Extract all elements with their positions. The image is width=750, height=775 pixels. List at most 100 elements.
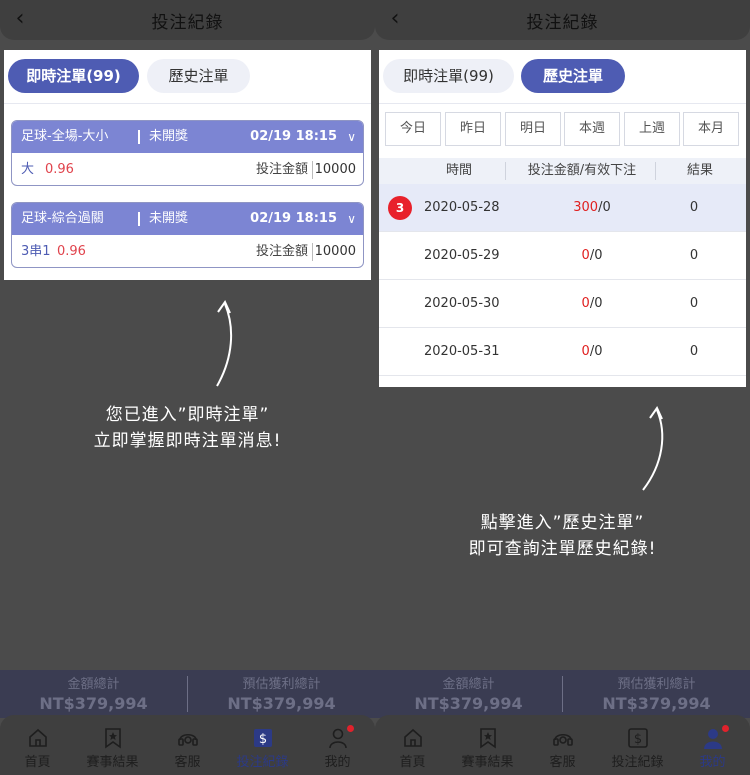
row-date: 2020-05-30 xyxy=(424,296,500,311)
tab-results[interactable]: 賽事結果 xyxy=(450,715,525,775)
tab-service[interactable]: 客服 xyxy=(150,715,225,775)
row-amount: 0/0 xyxy=(539,328,645,376)
record-tabs: 即時注單(99) 歷史注單 xyxy=(379,50,746,104)
tab-service[interactable]: 客服 xyxy=(525,715,600,775)
live-bet-item[interactable]: 足球-綜合過關 未開獎 02/19 18:15 ∨ 3串1 0.96 投注金額 … xyxy=(11,202,364,268)
svg-text:$: $ xyxy=(258,732,266,747)
bottom-tab-bar: 首頁 賽事結果 客服 $ 投注紀錄 我的 xyxy=(375,715,750,775)
profit-label: 預估獲利總計 xyxy=(617,677,696,692)
headset-icon xyxy=(177,733,198,746)
tab-history-bets[interactable]: 歷史注單 xyxy=(521,59,625,93)
home-icon xyxy=(28,728,47,747)
column-header-time: 時間 xyxy=(445,163,472,178)
table-row[interactable]: 2020-05-30 0/0 0 xyxy=(379,280,746,328)
row-amount: 0/0 xyxy=(539,232,645,280)
bet-records-card: 即時注單(99) 歷史注單 足球-全場-大小 未開獎 02/19 18:15 ∨… xyxy=(4,50,371,280)
row-amount: 300/0 xyxy=(539,184,645,232)
row-result: 0 xyxy=(689,248,699,263)
notification-dot xyxy=(722,725,729,732)
date-filter-last-week[interactable]: 上週 xyxy=(624,112,680,146)
pointer-arrow-icon xyxy=(642,405,664,491)
pointer-arrow-icon xyxy=(216,299,233,387)
bet-amount: 10000 xyxy=(314,244,356,259)
row-amount: 0/0 xyxy=(539,280,645,328)
tab-label: 我的 xyxy=(699,755,726,770)
total-amount: 金額總計 NT$379,994 xyxy=(0,670,187,718)
table-row[interactable]: 3 2020-05-28 300/0 0 xyxy=(379,184,746,232)
tab-label: 我的 xyxy=(324,755,351,770)
bet-item-detail: 3串1 0.96 投注金額 10000 xyxy=(12,235,363,267)
bookmark-star-icon xyxy=(104,728,121,749)
date-filter-tomorrow[interactable]: 明日 xyxy=(505,112,561,146)
tab-home[interactable]: 首頁 xyxy=(0,715,75,775)
bottom-tab-bar: 首頁 賽事結果 客服 $ 投注紀錄 我的 xyxy=(0,715,375,775)
tab-label: 客服 xyxy=(549,755,576,770)
history-table-header: 時間 投注金額/有效下注 結果 xyxy=(379,158,746,184)
bookmark-star-icon xyxy=(479,728,496,749)
profit-value: NT$379,994 xyxy=(602,694,711,713)
svg-text:$: $ xyxy=(633,732,641,747)
bet-item-header: 足球-綜合過關 未開獎 02/19 18:15 ∨ xyxy=(12,203,363,235)
tab-label: 投注紀錄 xyxy=(236,755,289,770)
total-amount-value: NT$379,994 xyxy=(39,694,148,713)
user-icon xyxy=(328,728,347,749)
row-result: 0 xyxy=(689,296,699,311)
record-tabs: 即時注單(99) 歷史注單 xyxy=(4,50,371,104)
bet-amount: 10000 xyxy=(314,162,356,177)
column-header-result: 結果 xyxy=(686,163,713,178)
tab-results[interactable]: 賽事結果 xyxy=(75,715,150,775)
page-title: 投注紀錄 xyxy=(151,13,224,33)
left-screen: ‹ 投注紀錄 即時注單(99) 歷史注單 足球-全場-大小 未開獎 02/19 … xyxy=(0,0,375,775)
tab-home[interactable]: 首頁 xyxy=(375,715,450,775)
date-filter-today[interactable]: 今日 xyxy=(385,112,441,146)
tab-live-bets[interactable]: 即時注單(99) xyxy=(8,59,139,93)
user-icon xyxy=(703,729,722,749)
tab-records[interactable]: $ 投注紀錄 xyxy=(225,715,300,775)
total-amount-value: NT$379,994 xyxy=(414,694,523,713)
tab-mine[interactable]: 我的 xyxy=(300,715,375,775)
bet-amount-label: 投注金額 xyxy=(255,162,308,177)
tab-label: 首頁 xyxy=(24,755,51,770)
chevron-down-icon[interactable]: ∨ xyxy=(347,203,356,235)
row-date: 2020-05-28 xyxy=(424,200,500,215)
row-date: 2020-05-29 xyxy=(424,248,500,263)
date-filter-this-week[interactable]: 本週 xyxy=(564,112,620,146)
page-title: 投注紀錄 xyxy=(526,13,599,33)
tab-label: 客服 xyxy=(174,755,201,770)
annotation-line: 您已進入”即時注單” xyxy=(105,405,270,425)
bet-pick: 3串1 xyxy=(21,244,51,259)
bet-records-card: 即時注單(99) 歷史注單 今日 昨日 明日 本週 上週 本月 時間 投注金額/… xyxy=(379,50,746,387)
tab-history-bets[interactable]: 歷史注單 xyxy=(147,59,250,93)
chevron-down-icon[interactable]: ∨ xyxy=(347,121,356,153)
date-filter-this-month[interactable]: 本月 xyxy=(683,112,739,146)
tab-live-bets[interactable]: 即時注單(99) xyxy=(383,59,514,93)
headset-icon xyxy=(552,733,573,746)
row-result: 0 xyxy=(689,200,699,215)
tab-mine[interactable]: 我的 xyxy=(675,715,750,775)
date-filter-yesterday[interactable]: 昨日 xyxy=(445,112,501,146)
tab-records[interactable]: $ 投注紀錄 xyxy=(600,715,675,775)
tab-label: 賽事結果 xyxy=(461,755,514,770)
summary-bar: 金額總計 NT$379,994 預估獲利總計 NT$379,994 xyxy=(0,670,375,718)
records-icon: $ xyxy=(627,728,648,748)
table-row[interactable]: 2020-05-29 0/0 0 xyxy=(379,232,746,280)
home-icon xyxy=(403,728,422,747)
date-filter-bar: 今日 昨日 明日 本週 上週 本月 xyxy=(379,112,746,148)
records-icon: $ xyxy=(253,729,272,747)
tab-label: 賽事結果 xyxy=(86,755,139,770)
summary-bar: 金額總計 NT$379,994 預估獲利總計 NT$379,994 xyxy=(375,670,750,718)
bet-amount-label: 投注金額 xyxy=(255,244,308,259)
profit-label: 預估獲利總計 xyxy=(242,677,321,692)
row-bet-amount: 300 xyxy=(573,200,599,215)
live-bet-item[interactable]: 足球-全場-大小 未開獎 02/19 18:15 ∨ 大 0.96 投注金額 1… xyxy=(11,120,364,186)
row-result: 0 xyxy=(689,344,699,359)
divider xyxy=(312,243,313,261)
row-valid-amount: /0 xyxy=(589,344,603,359)
table-row[interactable]: 2020-05-31 0/0 0 xyxy=(379,328,746,376)
row-valid-amount: /0 xyxy=(589,296,603,311)
divider xyxy=(138,130,140,144)
bet-odds: 0.96 xyxy=(45,162,74,177)
bet-status: 未開獎 xyxy=(149,211,189,226)
bet-game: 足球-全場-大小 xyxy=(21,129,109,144)
profit-value: NT$379,994 xyxy=(227,694,336,713)
